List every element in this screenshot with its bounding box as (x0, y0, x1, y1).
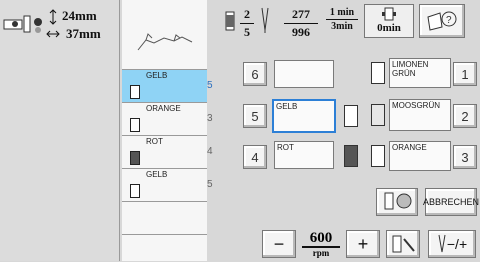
width-value: 37mm (66, 26, 101, 41)
spool-color: MOOSGRÜN (389, 99, 451, 131)
stitch-path-icon (137, 33, 193, 51)
speed-value: 600 (309, 230, 333, 246)
design-preview (122, 0, 207, 70)
stitch-counter: 277 996 (284, 7, 318, 40)
thread-tension-button[interactable] (386, 230, 420, 258)
speed-increase-button[interactable]: + (346, 230, 380, 258)
speed-unit: rpm (302, 246, 340, 258)
list-item (122, 235, 207, 261)
help-icon: ? (427, 11, 457, 31)
sequence-color: GELB (272, 99, 336, 133)
thread-name: GELB (146, 71, 168, 80)
spool-icon (371, 145, 385, 167)
spool-icon (371, 62, 385, 84)
needle-icon (261, 7, 269, 33)
sequence-number-button[interactable]: 6 (243, 62, 267, 86)
spool-icon (130, 85, 140, 99)
spool-icon (130, 118, 140, 132)
sequence-color: ROT (274, 141, 334, 169)
thread-name: ROT (146, 137, 163, 146)
row-number: 5 (207, 179, 213, 190)
sequence-number-button[interactable]: 4 (243, 145, 267, 169)
needle-icon (438, 234, 446, 253)
row-number: 4 (207, 146, 213, 157)
remaining-time: 0min (377, 22, 401, 34)
thread-spool-icon (225, 11, 235, 31)
spool-change-icon (382, 7, 396, 21)
presser-foot-icon (3, 15, 42, 33)
list-item[interactable]: ORANGE (122, 103, 207, 136)
height-value: 24mm (62, 8, 97, 23)
speed-decrease-button[interactable]: − (262, 230, 296, 258)
help-button[interactable]: ? (419, 4, 465, 38)
size-display: 24mm 37mm (2, 6, 118, 44)
sequence-number-button[interactable]: 5 (243, 104, 267, 128)
svg-text:?: ? (446, 15, 452, 26)
needle-threader-icon (392, 235, 415, 253)
list-item[interactable]: GELB (122, 70, 207, 103)
dimension-arrows-icon (46, 9, 60, 38)
time-counter: 1 min 3min (326, 7, 358, 32)
sequence-color (274, 60, 334, 88)
spool-color: LIMONEN GRÜN (389, 58, 451, 88)
spool-number-button[interactable]: 1 (453, 62, 477, 86)
remaining-time-box: 0min (364, 4, 414, 38)
spool-icon (130, 184, 140, 198)
spool-color: ORANGE (389, 141, 451, 171)
spool-icon (371, 104, 385, 126)
spool-icon (130, 151, 140, 165)
thread-name: ORANGE (146, 104, 181, 113)
cancel-button[interactable]: ABBRECHEN (423, 188, 479, 216)
list-item[interactable]: ROT (122, 136, 207, 169)
row-number: 5 (207, 80, 213, 91)
spool-icon (344, 145, 358, 167)
needle-position-button[interactable]: −/+ (428, 230, 476, 258)
thread-cutter-icon (384, 192, 412, 210)
thread-name: GELB (146, 170, 168, 179)
list-item (122, 202, 207, 235)
color-counter: 2 5 (240, 7, 254, 40)
needle-position-label: −/+ (446, 236, 468, 252)
row-number: 3 (207, 113, 213, 124)
list-item[interactable]: GELB (122, 169, 207, 202)
spool-icon (344, 105, 358, 127)
thread-cutter-button[interactable] (376, 188, 418, 216)
spool-number-button[interactable]: 2 (453, 104, 477, 128)
speed-display: 600 rpm (302, 230, 340, 258)
spool-number-button[interactable]: 3 (453, 145, 477, 169)
